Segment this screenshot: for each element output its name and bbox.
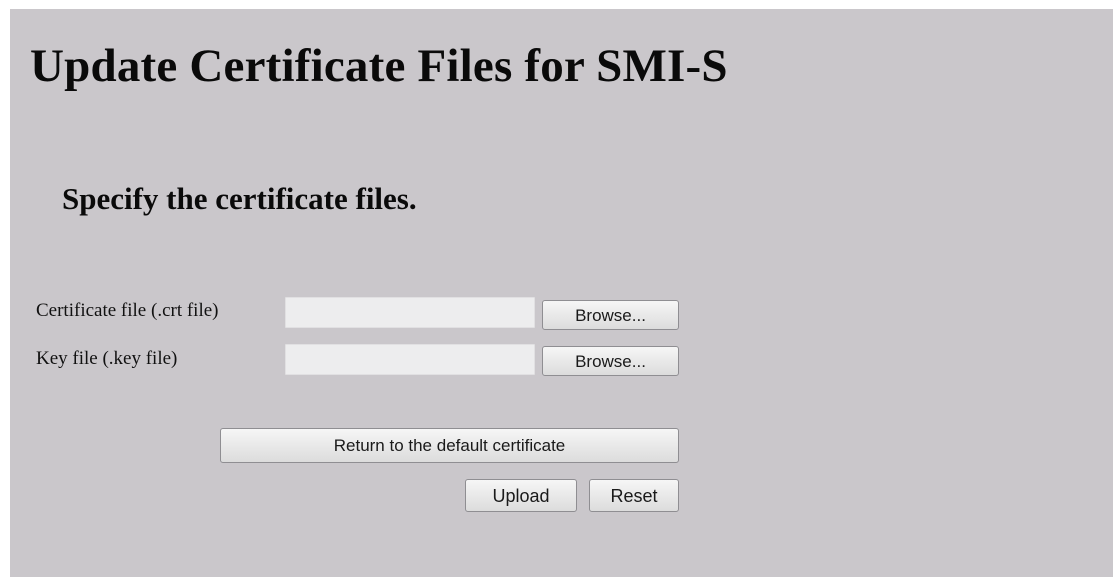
key-file-label: Key file (.key file) [36, 348, 178, 369]
certificate-browse-button[interactable]: Browse... [542, 300, 679, 330]
certificate-file-input[interactable] [285, 297, 535, 328]
certificate-file-label: Certificate file (.crt file) [36, 300, 219, 321]
section-title: Specify the certificate files. [62, 181, 417, 216]
page-title: Update Certificate Files for SMI-S [30, 40, 728, 92]
page-content: Update Certificate Files for SMI-S Speci… [10, 9, 1113, 577]
key-browse-button[interactable]: Browse... [542, 346, 679, 376]
key-file-input[interactable] [285, 344, 535, 375]
upload-button[interactable]: Upload [465, 479, 577, 512]
reset-button[interactable]: Reset [589, 479, 679, 512]
return-default-certificate-button[interactable]: Return to the default certificate [220, 428, 679, 463]
